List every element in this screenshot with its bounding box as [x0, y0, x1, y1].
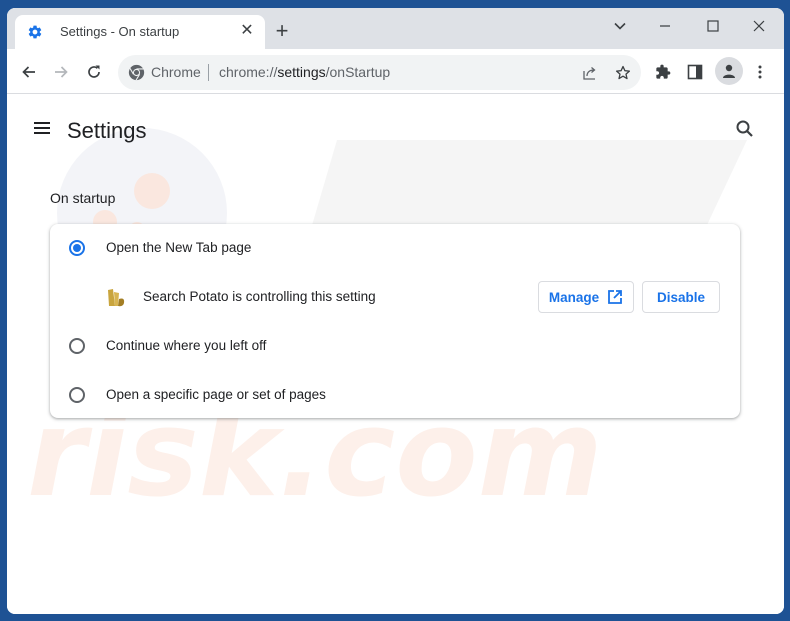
share-icon [583, 67, 596, 80]
option-label: Continue where you left off [106, 338, 267, 353]
browser-window: Settings - On startup ✕ + Chrome chrome:… [7, 8, 784, 614]
tab-search-button[interactable] [605, 13, 635, 39]
site-label: Chrome [151, 64, 201, 80]
radio-continue[interactable] [69, 338, 85, 354]
tab-title: Settings - On startup [60, 24, 180, 39]
tab-strip: Settings - On startup ✕ + [7, 8, 784, 49]
side-panel-icon [687, 64, 703, 80]
hamburger-icon [34, 122, 50, 134]
option-new-tab[interactable]: Open the New Tab page [50, 228, 740, 268]
chevron-down-icon [614, 22, 626, 30]
more-vert-icon [758, 65, 762, 79]
reload-button[interactable] [81, 59, 107, 85]
close-icon [753, 20, 765, 32]
arrow-left-icon [22, 66, 35, 78]
side-panel-button[interactable] [682, 59, 708, 85]
settings-page: risk.com Settings On startup Open the Ne… [7, 95, 784, 614]
omnibox-divider [208, 64, 209, 81]
chrome-logo-icon [128, 64, 145, 81]
puzzle-icon [656, 64, 671, 79]
extensions-button[interactable] [650, 59, 676, 85]
search-potato-extension-icon [108, 289, 125, 307]
option-continue[interactable]: Continue where you left off [50, 326, 740, 366]
toolbar: Chrome chrome://settings/onStartup [7, 49, 784, 94]
extension-notice-text: Search Potato is controlling this settin… [143, 289, 376, 304]
url-path: /onStartup [325, 64, 391, 80]
radio-new-tab[interactable] [69, 240, 85, 256]
profile-button[interactable] [715, 57, 743, 85]
bookmark-button[interactable] [610, 60, 636, 86]
manage-label: Manage [548, 289, 600, 305]
search-icon [736, 120, 753, 137]
page-title: Settings [67, 118, 147, 143]
new-tab-button[interactable]: + [271, 20, 293, 42]
section-title: On startup [50, 190, 116, 206]
startup-options-card: Open the New Tab page Search Potato is c… [50, 224, 740, 418]
share-button[interactable] [577, 60, 603, 86]
main-menu-button[interactable] [31, 117, 53, 139]
url-host: settings [277, 64, 326, 80]
arrow-right-icon [55, 66, 68, 78]
open-in-new-icon [608, 290, 623, 304]
tab-settings[interactable]: Settings - On startup ✕ [15, 15, 265, 49]
maximize-button[interactable] [698, 13, 728, 39]
close-tab-icon[interactable]: ✕ [237, 21, 257, 41]
gear-icon [28, 25, 42, 39]
close-window-button[interactable] [744, 13, 774, 39]
option-specific-pages[interactable]: Open a specific page or set of pages [50, 375, 740, 415]
url-prefix: chrome:// [219, 64, 278, 80]
avatar-icon [723, 64, 735, 78]
star-icon [615, 65, 631, 80]
minimize-icon [660, 25, 670, 27]
maximize-icon [707, 20, 719, 32]
menu-button[interactable] [747, 59, 773, 85]
option-label: Open a specific page or set of pages [106, 387, 326, 402]
disable-button[interactable]: Disable [642, 281, 720, 313]
option-label: Open the New Tab page [106, 240, 252, 255]
reload-icon [88, 65, 100, 78]
forward-button[interactable] [48, 59, 74, 85]
extension-control-notice: Search Potato is controlling this settin… [50, 272, 740, 322]
back-button[interactable] [16, 59, 42, 85]
minimize-button[interactable] [650, 13, 680, 39]
radio-specific-pages[interactable] [69, 387, 85, 403]
manage-button[interactable]: Manage [538, 281, 634, 313]
search-settings-button[interactable] [735, 119, 757, 141]
url-text[interactable]: chrome://settings/onStartup [219, 64, 390, 80]
address-bar[interactable]: Chrome chrome://settings/onStartup [118, 55, 641, 90]
